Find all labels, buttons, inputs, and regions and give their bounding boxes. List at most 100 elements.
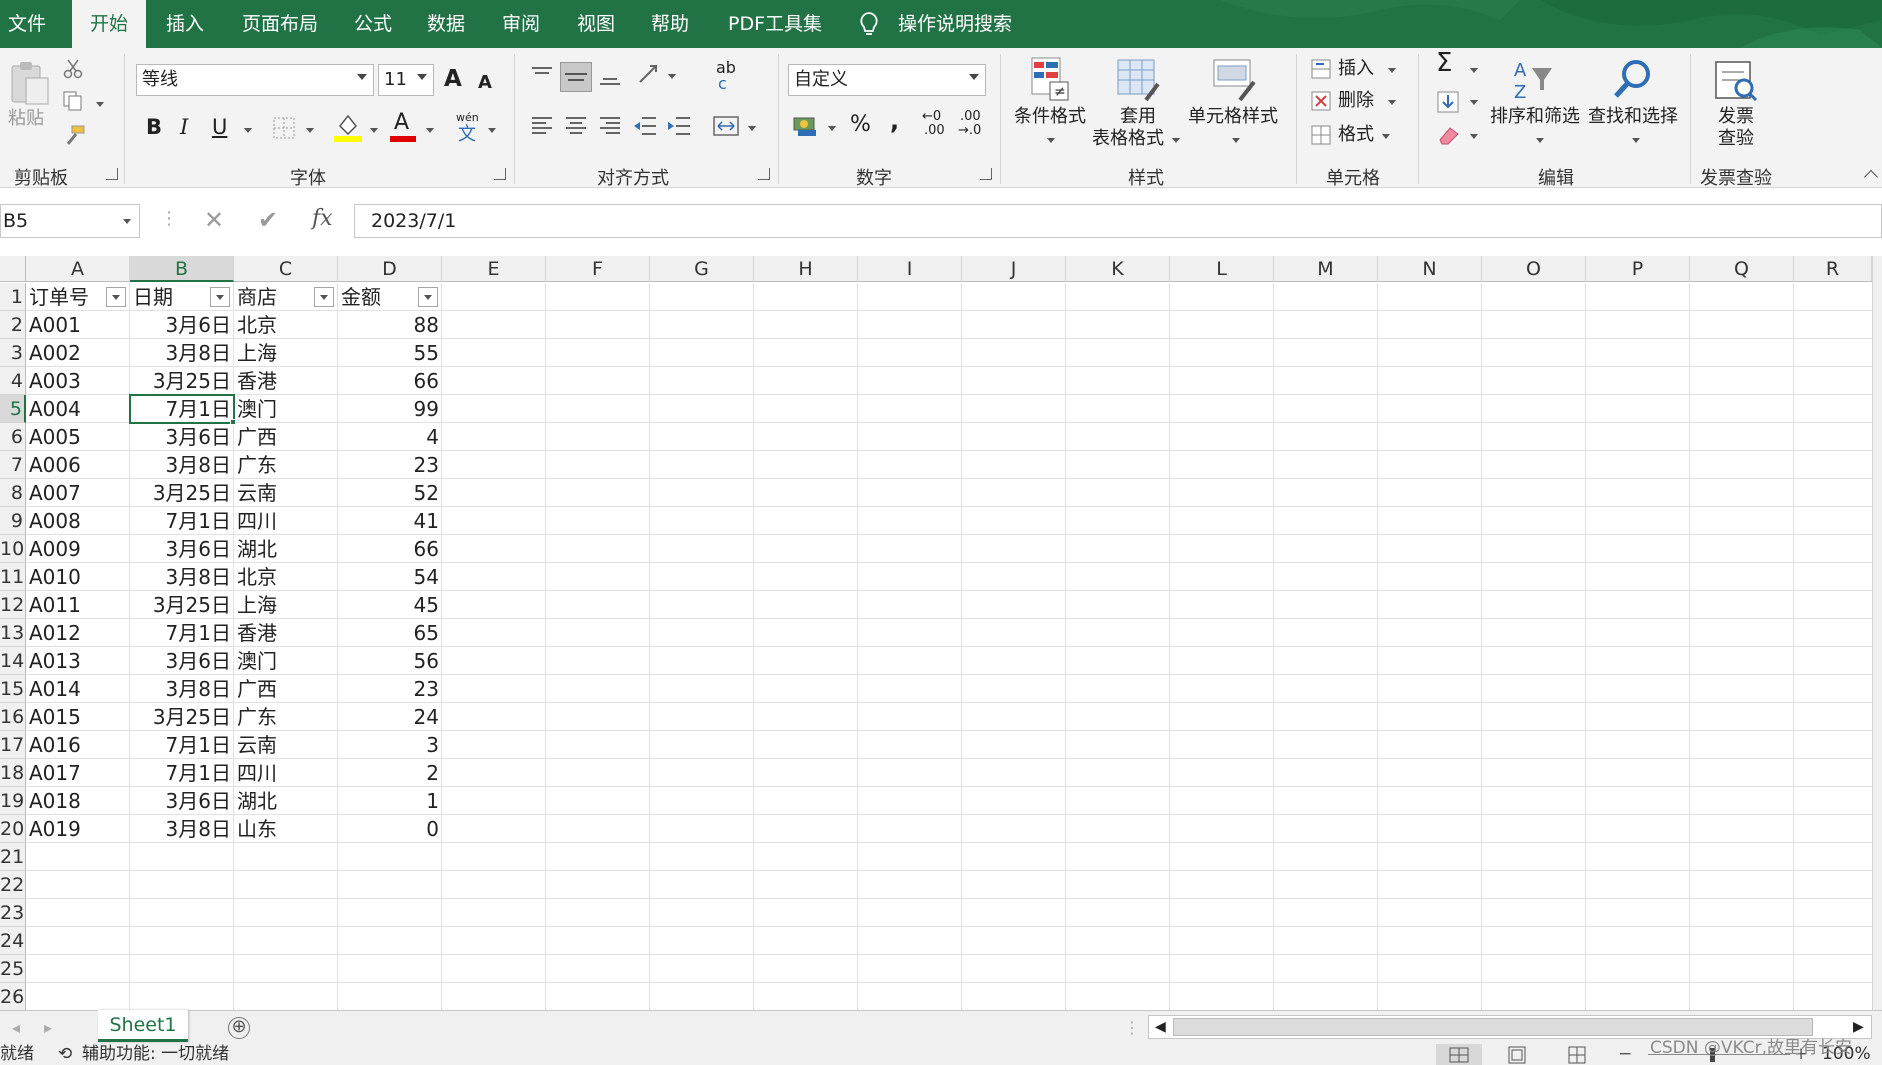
table-header-cell[interactable]: 金额 [338, 283, 418, 311]
insert-cells-caret[interactable] [1388, 68, 1396, 73]
column-header-l[interactable]: L [1170, 256, 1274, 282]
underline-button[interactable]: U [212, 116, 227, 138]
cell-c18[interactable]: 四川 [234, 759, 338, 787]
phonetic-button[interactable]: 文 [458, 124, 476, 146]
sort-filter-icon[interactable]: A Z [1510, 56, 1556, 104]
confirm-edit-button[interactable]: ✔ [258, 206, 278, 234]
column-header-j[interactable]: J [962, 256, 1066, 282]
tell-me-search[interactable]: 操作说明搜索 [898, 0, 1012, 48]
cell-c4[interactable]: 香港 [234, 367, 338, 395]
font-dialog-launcher[interactable] [494, 168, 506, 180]
cell-a16[interactable]: A015 [26, 703, 130, 731]
cell-a15[interactable]: A014 [26, 675, 130, 703]
delete-cells-icon[interactable] [1310, 90, 1332, 112]
tab-help[interactable]: 帮助 [651, 0, 689, 48]
italic-button[interactable]: I [180, 116, 188, 138]
cell-b15[interactable]: 3月8日 [130, 675, 234, 703]
column-header-e[interactable]: E [442, 256, 546, 282]
row-header-22[interactable]: 22 [0, 871, 26, 899]
grow-font-button[interactable]: A [444, 68, 462, 91]
row-header-23[interactable]: 23 [0, 899, 26, 927]
new-sheet-button[interactable]: ⊕ [228, 1017, 250, 1039]
cell-d6[interactable]: 4 [338, 423, 442, 451]
cell-b12[interactable]: 3月25日 [130, 591, 234, 619]
fill-color-icon[interactable] [334, 112, 362, 142]
tab-insert[interactable]: 插入 [166, 0, 204, 48]
cell-c20[interactable]: 山东 [234, 815, 338, 843]
splitter-icon[interactable]: ⋮ [1124, 1017, 1140, 1038]
cell-d9[interactable]: 41 [338, 507, 442, 535]
tab-review[interactable]: 审阅 [502, 0, 540, 48]
row-header-1[interactable]: 1 [0, 283, 26, 311]
tab-page-layout[interactable]: 页面布局 [242, 0, 318, 48]
tab-view[interactable]: 视图 [577, 0, 615, 48]
tab-file[interactable]: 文件 [8, 0, 46, 48]
invoice-check-line2[interactable]: 查验 [1718, 128, 1754, 150]
zoom-out-button[interactable]: − [1618, 1044, 1632, 1065]
number-format-combo[interactable]: 自定义 [788, 64, 986, 96]
format-as-table-icon[interactable] [1116, 56, 1162, 106]
page-break-view-icon[interactable] [1566, 1044, 1588, 1065]
row-header-15[interactable]: 15 [0, 675, 26, 703]
shrink-font-button[interactable]: A [478, 72, 492, 94]
align-right-icon[interactable] [598, 114, 622, 138]
accounting-dropdown-caret[interactable] [828, 126, 836, 131]
row-header-6[interactable]: 6 [0, 423, 26, 451]
row-header-24[interactable]: 24 [0, 927, 26, 955]
filter-dropdown-icon[interactable] [418, 287, 438, 307]
column-header-h[interactable]: H [754, 256, 858, 282]
orientation-icon[interactable] [636, 62, 662, 88]
cell-c7[interactable]: 广东 [234, 451, 338, 479]
insert-cells-button[interactable]: 插入 [1338, 58, 1374, 80]
cell-b16[interactable]: 3月25日 [130, 703, 234, 731]
format-cells-caret[interactable] [1382, 134, 1390, 139]
row-header-7[interactable]: 7 [0, 451, 26, 479]
chevron-down-icon[interactable] [123, 219, 131, 224]
cell-styles-icon[interactable] [1212, 56, 1258, 106]
cell-b20[interactable]: 3月8日 [130, 815, 234, 843]
cell-b10[interactable]: 3月6日 [130, 535, 234, 563]
cell-d4[interactable]: 66 [338, 367, 442, 395]
row-header-21[interactable]: 21 [0, 843, 26, 871]
conditional-formatting-button[interactable]: 条件格式 [1014, 106, 1086, 128]
cell-a18[interactable]: A017 [26, 759, 130, 787]
accessibility-icon[interactable]: ⟲ [58, 1044, 72, 1065]
cell-d15[interactable]: 23 [338, 675, 442, 703]
fill-handle[interactable] [230, 419, 236, 425]
format-cells-icon[interactable] [1310, 124, 1332, 146]
scroll-right-icon[interactable]: ▶ [1853, 1016, 1864, 1038]
border-icon[interactable] [272, 116, 296, 140]
accessibility-status[interactable]: 辅助功能: 一切就绪 [82, 1044, 229, 1065]
fill-caret[interactable] [1470, 100, 1478, 105]
bold-button[interactable]: B [146, 116, 162, 138]
active-cell-selection[interactable] [129, 394, 235, 424]
cell-a10[interactable]: A009 [26, 535, 130, 563]
scroll-left-icon[interactable]: ◀ [1155, 1016, 1166, 1038]
table-header-cell[interactable]: 商店 [234, 283, 314, 311]
increase-decimal-bottom[interactable]: .00 [924, 124, 945, 138]
select-all-corner[interactable] [0, 256, 26, 282]
cell-c2[interactable]: 北京 [234, 311, 338, 339]
cell-c19[interactable]: 湖北 [234, 787, 338, 815]
cell-b18[interactable]: 7月1日 [130, 759, 234, 787]
cell-d8[interactable]: 52 [338, 479, 442, 507]
row-header-26[interactable]: 26 [0, 983, 26, 1011]
cell-d11[interactable]: 54 [338, 563, 442, 591]
column-header-f[interactable]: F [546, 256, 650, 282]
number-dialog-launcher[interactable] [980, 168, 992, 180]
cell-a13[interactable]: A012 [26, 619, 130, 647]
cell-c12[interactable]: 上海 [234, 591, 338, 619]
accounting-format-icon[interactable] [792, 114, 818, 138]
invoice-check-icon[interactable] [1712, 58, 1760, 104]
delete-cells-caret[interactable] [1388, 100, 1396, 105]
copy-dropdown-caret[interactable] [96, 102, 104, 107]
filter-dropdown-icon[interactable] [106, 287, 126, 307]
align-left-icon[interactable] [530, 114, 554, 138]
merge-dropdown-caret[interactable] [748, 126, 756, 131]
cell-a5[interactable]: A004 [26, 395, 130, 423]
align-center-icon[interactable] [564, 114, 588, 138]
normal-view-button[interactable] [1436, 1044, 1482, 1065]
row-header-25[interactable]: 25 [0, 955, 26, 983]
column-header-p[interactable]: P [1586, 256, 1690, 282]
cell-b3[interactable]: 3月8日 [130, 339, 234, 367]
